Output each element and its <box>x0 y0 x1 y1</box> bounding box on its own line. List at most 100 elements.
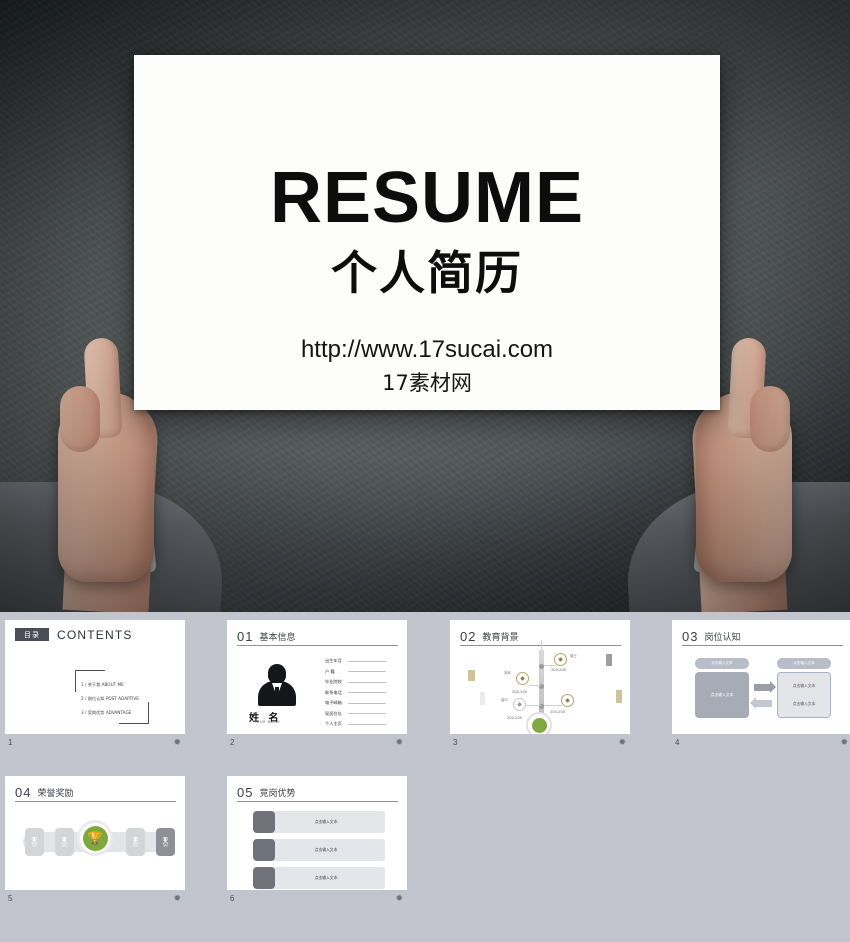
info-field-label: 联系电话 <box>325 689 342 695</box>
slide-2-title: 基本信息 <box>259 633 296 643</box>
slide-2-number: 2 <box>230 738 235 747</box>
toc-item-2: 2 / 岗位认知 POST ADAPTIVE <box>81 696 139 701</box>
candidate-name-sub: YOUR NAME <box>254 720 281 724</box>
slide-5-rule <box>15 801 176 802</box>
slide-3-title: 教育背景 <box>482 633 519 643</box>
info-field: 出生年月 <box>325 658 386 664</box>
slide-3-number: 3 <box>453 738 458 747</box>
portrait-avatar-icon <box>257 664 297 706</box>
graduation-cap-icon <box>531 717 547 733</box>
info-field: 电子邮箱 <box>325 700 386 706</box>
slide-2-canvas[interactable]: 01 基本信息 姓 名 YOUR NAME 出生年月 户 籍 毕业院校 联系电话 <box>227 620 407 734</box>
cover-title: RESUME <box>269 158 585 238</box>
timeline-connector <box>527 705 541 706</box>
slide-6-canvas[interactable]: 05 竞岗优势 点击输入文本 点击输入文本 点击输入文本 <box>227 776 407 890</box>
side-marker-right-2 <box>616 690 622 703</box>
info-field-value-line <box>348 702 386 704</box>
info-field-list: 出生年月 户 籍 毕业院校 联系电话 电子邮箱 现居住址 个人主页 <box>325 658 386 732</box>
slide-1-number: 1 <box>8 738 13 747</box>
advantage-row-1: 点击输入文本 <box>267 811 385 833</box>
medal-icon-3: 🎖 <box>126 828 145 856</box>
slide-3-canvas[interactable]: 02 教育背景 ◆ 硕士 200-200 ◆ 本科 200-200 ◆ 高中 2… <box>450 620 630 734</box>
slide-2-header: 01 基本信息 <box>237 629 398 644</box>
slide-6-number-label: 05 <box>237 785 254 800</box>
info-field-value-line <box>348 660 386 662</box>
thumbnail-slide-3[interactable]: 02 教育背景 ◆ 硕士 200-200 ◆ 本科 200-200 ◆ 高中 2… <box>450 620 630 751</box>
cognition-box-left: 点击输入文本 <box>695 672 749 718</box>
toc-bracket-top <box>75 670 105 692</box>
slide-2-rule <box>237 645 398 646</box>
slide-1-canvas[interactable]: 目录 CONTENTS 1 / 关于我 ABOUT ME 2 / 岗位认知 PO… <box>5 620 185 734</box>
cover-url: http://www.17sucai.com <box>300 336 554 363</box>
star-icon[interactable]: ✹ <box>173 737 181 748</box>
slide-6-header: 05 竞岗优势 <box>237 785 398 800</box>
slide-6-number: 6 <box>230 894 235 903</box>
timeline-node-3: ◆ <box>513 698 526 711</box>
presentation-preview-page: RESUME 个人简历 http://www.17sucai.com 17素材网… <box>0 0 850 942</box>
advantage-row-3: 点击输入文本 <box>267 867 385 889</box>
info-field-value-line <box>348 692 386 693</box>
toc-item-1: 1 / 关于我 ABOUT ME <box>81 682 124 687</box>
portrait-head <box>268 664 286 683</box>
thumbnail-slide-6[interactable]: 05 竞岗优势 点击输入文本 点击输入文本 点击输入文本 6 ✹ <box>227 776 407 907</box>
medal-icon-4: 🎖 <box>156 828 175 856</box>
slide-2-number-label: 01 <box>237 629 254 644</box>
star-icon[interactable]: ✹ <box>395 893 403 904</box>
slide-5-canvas[interactable]: 04 荣誉奖励 🎖 🎖 🎖 🎖 🏆 <box>5 776 185 890</box>
slide-4-title: 岗位认知 <box>704 633 741 643</box>
slide-5-header: 04 荣誉奖励 <box>15 785 176 800</box>
thumbnail-slide-4[interactable]: 03 岗位认知 点击输入文本 点击输入文本 点击输入文本 点击输入文本 点击输入… <box>672 620 850 751</box>
info-field-label: 毕业院校 <box>325 679 342 684</box>
star-icon[interactable]: ✹ <box>618 737 626 748</box>
cover-subtitle: 个人简历 <box>331 246 523 300</box>
slide-4-meta: 4 ✹ <box>672 734 850 751</box>
cognition-pill-right: 点击输入文本 <box>777 658 831 669</box>
info-field: 个人主页 <box>325 721 386 727</box>
portrait-tie <box>275 687 279 699</box>
cognition-box-right: 点击输入文本 点击输入文本 <box>777 672 831 718</box>
slide-6-meta: 6 ✹ <box>227 890 407 907</box>
slide-6-rule <box>237 801 398 802</box>
thumbnail-slide-1[interactable]: 目录 CONTENTS 1 / 关于我 ABOUT ME 2 / 岗位认知 PO… <box>5 620 185 751</box>
star-icon[interactable]: ✹ <box>840 737 848 748</box>
side-marker-left-2 <box>480 692 485 705</box>
medal-icon-1: 🎖 <box>25 828 44 856</box>
slide-4-canvas[interactable]: 03 岗位认知 点击输入文本 点击输入文本 点击输入文本 点击输入文本 点击输入… <box>672 620 850 734</box>
cover-slide-image: RESUME 个人简历 http://www.17sucai.com 17素材网 <box>0 0 850 612</box>
star-icon[interactable]: ✹ <box>173 893 181 904</box>
arrow-left-icon <box>750 697 772 709</box>
slide-4-rule <box>682 645 843 646</box>
slide-5-meta: 5 ✹ <box>5 890 185 907</box>
thumbnail-slide-5[interactable]: 04 荣誉奖励 🎖 🎖 🎖 🎖 🏆 5 ✹ <box>5 776 185 907</box>
cognition-pill-left: 点击输入文本 <box>695 658 749 669</box>
slide-4-header: 03 岗位认知 <box>682 629 843 644</box>
slide-6-title: 竞岗优势 <box>259 789 296 799</box>
timeline-node-label-3: 高中 <box>501 698 508 702</box>
timeline-year-3: 200-200 <box>507 716 523 720</box>
thumbnail-slide-2[interactable]: 01 基本信息 姓 名 YOUR NAME 出生年月 户 籍 毕业院校 联系电话 <box>227 620 407 751</box>
slide-3-meta: 3 ✹ <box>450 734 630 751</box>
timeline-node-label-1: 硕士 <box>570 654 577 658</box>
slide-3-number-label: 02 <box>460 629 477 644</box>
slide-5-number-label: 04 <box>15 785 32 800</box>
star-icon[interactable]: ✹ <box>395 737 403 748</box>
advantage-icon-3 <box>253 867 275 889</box>
info-field: 毕业院校 <box>325 679 386 685</box>
toc-item-3: 3 / 竞岗优势 ADVANTAGE <box>81 710 132 715</box>
arrow-right-icon <box>754 681 776 693</box>
info-field-label: 电子邮箱 <box>325 700 342 705</box>
info-field-label: 户 籍 <box>325 668 335 674</box>
timeline-year-2: 200-200 <box>512 690 528 694</box>
slide-2-meta: 2 ✹ <box>227 734 407 751</box>
cover-brand: 17素材网 <box>382 371 472 395</box>
slide-5-number: 5 <box>8 894 13 903</box>
trophy-icon: 🏆 <box>82 825 108 851</box>
contents-heading: CONTENTS <box>57 628 133 642</box>
info-field-value-line <box>348 713 386 714</box>
slide-4-number: 4 <box>675 738 680 747</box>
timeline-year-1: 200-200 <box>551 668 567 672</box>
info-field: 联系电话 <box>325 690 386 696</box>
cognition-box-right-item-1: 点击输入文本 <box>792 683 816 688</box>
thumbnail-grid: 目录 CONTENTS 1 / 关于我 ABOUT ME 2 / 岗位认知 PO… <box>0 612 850 942</box>
info-field-label: 出生年月 <box>325 658 342 663</box>
